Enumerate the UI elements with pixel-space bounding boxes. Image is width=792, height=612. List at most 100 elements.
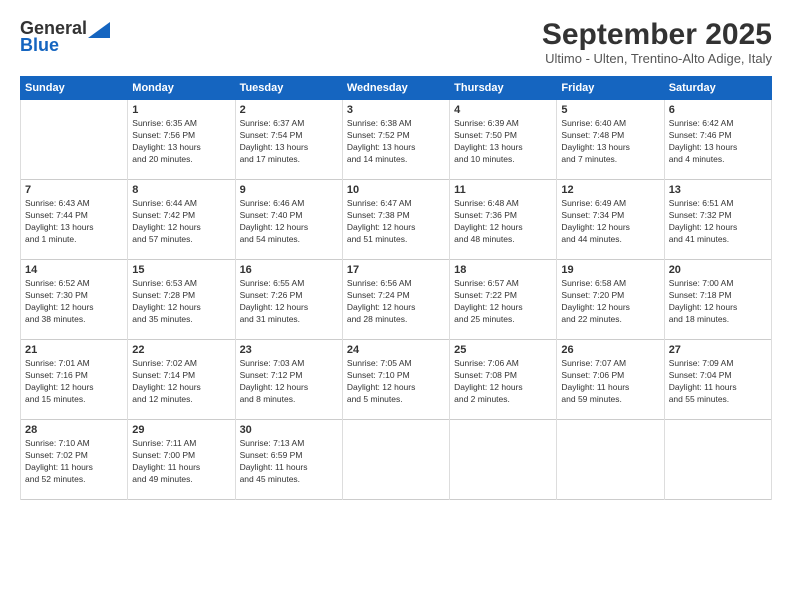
day-info: Sunrise: 6:57 AMSunset: 7:22 PMDaylight:… [454,278,552,326]
table-row: 30 Sunrise: 7:13 AMSunset: 6:59 PMDayligh… [235,420,342,500]
title-block: September 2025 Ultimo - Ulten, Trentino-… [542,18,772,66]
table-row: 21 Sunrise: 7:01 AMSunset: 7:16 PMDayligh… [21,340,128,420]
table-row: 16 Sunrise: 6:55 AMSunset: 7:26 PMDayligh… [235,260,342,340]
day-info: Sunrise: 7:07 AMSunset: 7:06 PMDaylight:… [561,358,659,406]
day-number: 19 [561,264,659,276]
calendar-title: September 2025 [542,18,772,51]
calendar-subtitle: Ultimo - Ulten, Trentino-Alto Adige, Ita… [542,51,772,66]
calendar-header-row: Sunday Monday Tuesday Wednesday Thursday… [21,77,772,100]
col-monday: Monday [128,77,235,100]
day-info: Sunrise: 6:55 AMSunset: 7:26 PMDaylight:… [240,278,338,326]
day-number: 29 [132,424,230,436]
table-row: 18 Sunrise: 6:57 AMSunset: 7:22 PMDayligh… [450,260,557,340]
day-info: Sunrise: 6:40 AMSunset: 7:48 PMDaylight:… [561,118,659,166]
header: General Blue September 2025 Ultimo - Ult… [20,18,772,66]
day-number: 26 [561,344,659,356]
table-row: 29 Sunrise: 7:11 AMSunset: 7:00 PMDayligh… [128,420,235,500]
day-info: Sunrise: 7:03 AMSunset: 7:12 PMDaylight:… [240,358,338,406]
day-info: Sunrise: 7:09 AMSunset: 7:04 PMDaylight:… [669,358,767,406]
table-row: 5 Sunrise: 6:40 AMSunset: 7:48 PMDaylight… [557,100,664,180]
table-row [342,420,449,500]
table-row: 24Sunrise: 7:05 AMSunset: 7:10 PMDayligh… [342,340,449,420]
day-number: 5 [561,104,659,116]
day-number: 25 [454,344,552,356]
table-row [557,420,664,500]
table-row: 20 Sunrise: 7:00 AMSunset: 7:18 PMDayligh… [664,260,771,340]
day-info: Sunrise: 6:35 AMSunset: 7:56 PMDaylight:… [132,118,230,166]
table-row: 25 Sunrise: 7:06 AMSunset: 7:08 PMDayligh… [450,340,557,420]
day-number: 13 [669,184,767,196]
calendar-week-row: 28Sunrise: 7:10 AMSunset: 7:02 PMDayligh… [21,420,772,500]
day-number: 1 [132,104,230,116]
table-row: 9 Sunrise: 6:46 AMSunset: 7:40 PMDaylight… [235,180,342,260]
table-row: 3Sunrise: 6:38 AMSunset: 7:52 PMDaylight… [342,100,449,180]
table-row: 2Sunrise: 6:37 AMSunset: 7:54 PMDaylight… [235,100,342,180]
day-info: Sunrise: 6:48 AMSunset: 7:36 PMDaylight:… [454,198,552,246]
calendar-week-row: 21 Sunrise: 7:01 AMSunset: 7:16 PMDayligh… [21,340,772,420]
day-number: 18 [454,264,552,276]
day-info: Sunrise: 7:00 AMSunset: 7:18 PMDaylight:… [669,278,767,326]
table-row: 15Sunrise: 6:53 AMSunset: 7:28 PMDayligh… [128,260,235,340]
day-number: 14 [25,264,123,276]
day-info: Sunrise: 7:01 AMSunset: 7:16 PMDaylight:… [25,358,123,406]
day-number: 21 [25,344,123,356]
day-number: 16 [240,264,338,276]
table-row: 28Sunrise: 7:10 AMSunset: 7:02 PMDayligh… [21,420,128,500]
table-row: 14Sunrise: 6:52 AMSunset: 7:30 PMDayligh… [21,260,128,340]
logo: General Blue [20,18,110,56]
calendar-week-row: 1 Sunrise: 6:35 AMSunset: 7:56 PMDaylight… [21,100,772,180]
table-row: 27 Sunrise: 7:09 AMSunset: 7:04 PMDayligh… [664,340,771,420]
col-friday: Friday [557,77,664,100]
day-info: Sunrise: 6:43 AMSunset: 7:44 PMDaylight:… [25,198,123,246]
table-row: 6 Sunrise: 6:42 AMSunset: 7:46 PMDaylight… [664,100,771,180]
day-number: 17 [347,264,445,276]
day-number: 6 [669,104,767,116]
day-number: 30 [240,424,338,436]
day-number: 12 [561,184,659,196]
day-info: Sunrise: 6:42 AMSunset: 7:46 PMDaylight:… [669,118,767,166]
day-number: 11 [454,184,552,196]
day-info: Sunrise: 6:58 AMSunset: 7:20 PMDaylight:… [561,278,659,326]
day-info: Sunrise: 6:39 AMSunset: 7:50 PMDaylight:… [454,118,552,166]
day-number: 2 [240,104,338,116]
calendar-week-row: 14Sunrise: 6:52 AMSunset: 7:30 PMDayligh… [21,260,772,340]
table-row: 17 Sunrise: 6:56 AMSunset: 7:24 PMDayligh… [342,260,449,340]
calendar-week-row: 7Sunrise: 6:43 AMSunset: 7:44 PMDaylight… [21,180,772,260]
table-row: 1 Sunrise: 6:35 AMSunset: 7:56 PMDaylight… [128,100,235,180]
page: General Blue September 2025 Ultimo - Ult… [0,0,792,612]
day-number: 27 [669,344,767,356]
table-row: 4 Sunrise: 6:39 AMSunset: 7:50 PMDaylight… [450,100,557,180]
day-info: Sunrise: 6:46 AMSunset: 7:40 PMDaylight:… [240,198,338,246]
table-row [664,420,771,500]
table-row: 19 Sunrise: 6:58 AMSunset: 7:20 PMDayligh… [557,260,664,340]
col-wednesday: Wednesday [342,77,449,100]
logo-icon [88,22,110,38]
day-number: 23 [240,344,338,356]
day-info: Sunrise: 7:13 AMSunset: 6:59 PMDaylight:… [240,438,338,486]
day-info: Sunrise: 7:06 AMSunset: 7:08 PMDaylight:… [454,358,552,406]
day-info: Sunrise: 6:44 AMSunset: 7:42 PMDaylight:… [132,198,230,246]
day-info: Sunrise: 7:10 AMSunset: 7:02 PMDaylight:… [25,438,123,486]
day-number: 24 [347,344,445,356]
day-info: Sunrise: 6:56 AMSunset: 7:24 PMDaylight:… [347,278,445,326]
day-info: Sunrise: 7:02 AMSunset: 7:14 PMDaylight:… [132,358,230,406]
table-row: 23 Sunrise: 7:03 AMSunset: 7:12 PMDayligh… [235,340,342,420]
table-row: 10 Sunrise: 6:47 AMSunset: 7:38 PMDayligh… [342,180,449,260]
day-number: 3 [347,104,445,116]
day-info: Sunrise: 7:11 AMSunset: 7:00 PMDaylight:… [132,438,230,486]
table-row [450,420,557,500]
table-row: 8Sunrise: 6:44 AMSunset: 7:42 PMDaylight… [128,180,235,260]
table-row: 13 Sunrise: 6:51 AMSunset: 7:32 PMDayligh… [664,180,771,260]
calendar-table: Sunday Monday Tuesday Wednesday Thursday… [20,76,772,500]
table-row: 26 Sunrise: 7:07 AMSunset: 7:06 PMDayligh… [557,340,664,420]
day-info: Sunrise: 6:53 AMSunset: 7:28 PMDaylight:… [132,278,230,326]
col-sunday: Sunday [21,77,128,100]
table-row: 22Sunrise: 7:02 AMSunset: 7:14 PMDayligh… [128,340,235,420]
day-number: 20 [669,264,767,276]
day-info: Sunrise: 6:47 AMSunset: 7:38 PMDaylight:… [347,198,445,246]
day-number: 4 [454,104,552,116]
day-number: 9 [240,184,338,196]
table-row [21,100,128,180]
day-number: 10 [347,184,445,196]
day-info: Sunrise: 6:51 AMSunset: 7:32 PMDaylight:… [669,198,767,246]
